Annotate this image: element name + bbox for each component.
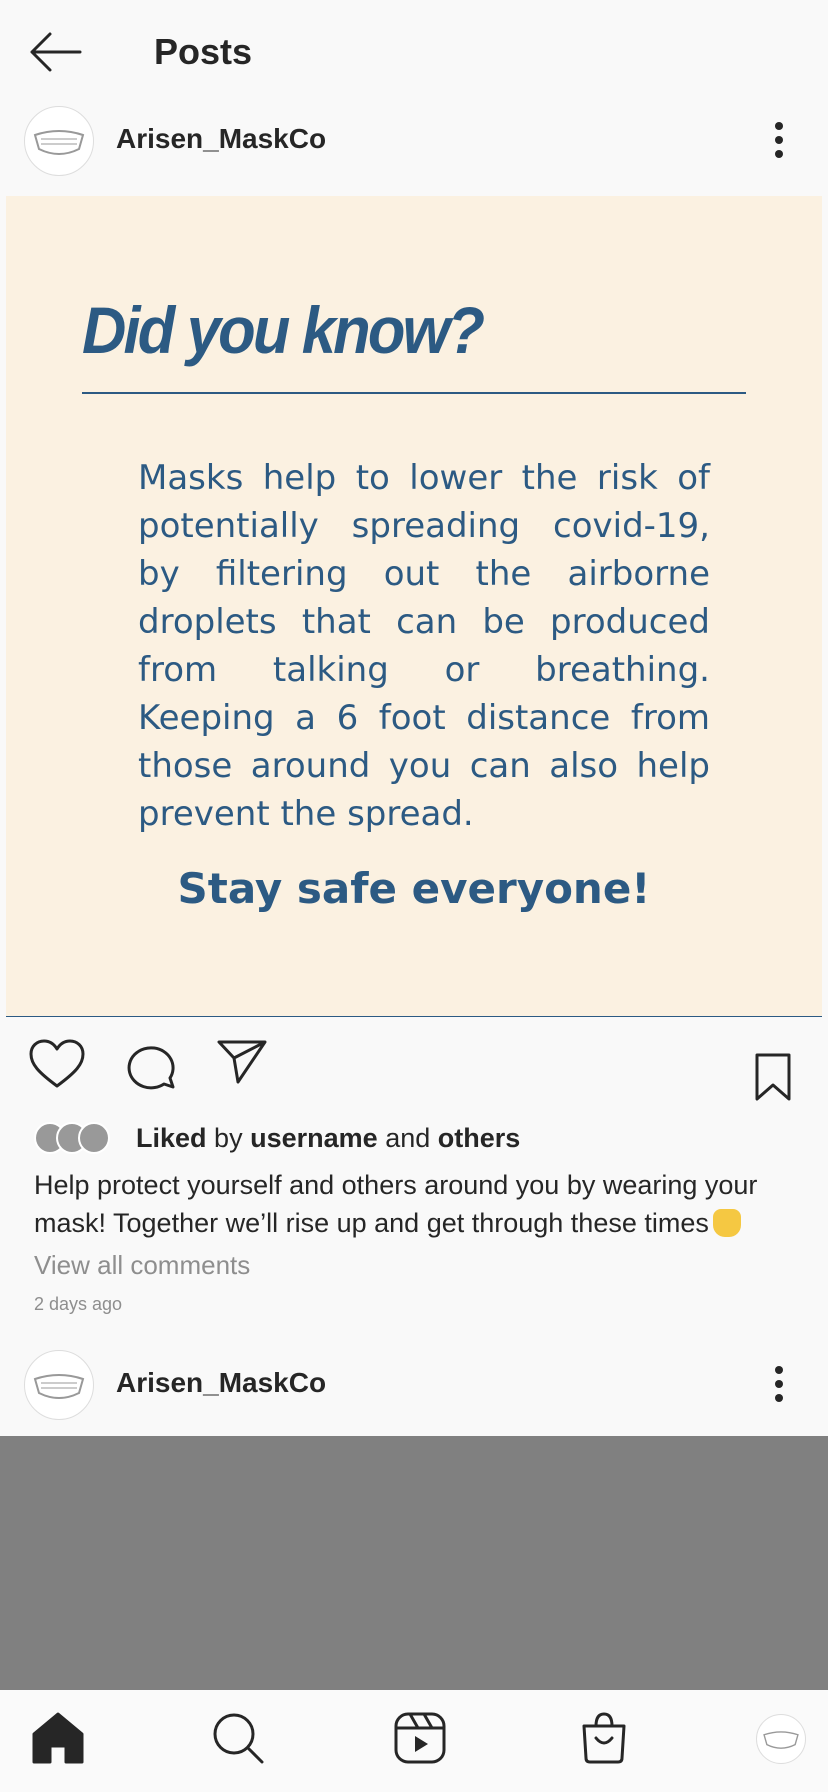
share-icon[interactable] [216, 1038, 268, 1086]
post-image[interactable]: Did you know? Masks help to lower the ri… [6, 196, 822, 1017]
post-actions [0, 1030, 828, 1110]
reels-icon[interactable] [392, 1710, 448, 1766]
next-post-image[interactable] [0, 1436, 828, 1690]
likes-text: Liked by username and others [136, 1120, 520, 1156]
more-options-icon[interactable] [762, 116, 796, 164]
image-closing-text: Stay safe everyone! [177, 864, 651, 913]
heart-icon[interactable] [28, 1038, 86, 1090]
liker-avatar [78, 1122, 110, 1154]
image-body-text: Masks help to lower the risk of potentia… [138, 458, 710, 834]
raised-fist-emoji-icon [712, 1209, 741, 1237]
mask-logo-icon [33, 130, 85, 155]
post-username[interactable]: Arisen_MaskCo [116, 1366, 326, 1400]
caption-text: Help protect yourself and others around … [34, 1170, 758, 1238]
others-link[interactable]: others [438, 1123, 521, 1153]
post-timestamp: 2 days ago [34, 1294, 123, 1314]
home-icon[interactable] [30, 1710, 86, 1766]
more-options-icon[interactable] [762, 1360, 796, 1408]
mask-logo-icon [33, 1374, 85, 1399]
by-label: by [214, 1123, 243, 1153]
next-post-header: Arisen_MaskCo [0, 1340, 828, 1432]
top-bar: Posts [0, 0, 828, 104]
liked-label: Liked [136, 1123, 207, 1153]
shop-icon[interactable] [576, 1710, 632, 1766]
view-all-comments-link[interactable]: View all comments [34, 1250, 250, 1281]
post-caption: Help protect yourself and others around … [34, 1166, 794, 1242]
back-arrow-icon[interactable] [28, 30, 84, 74]
profile-avatar[interactable] [756, 1714, 806, 1764]
post-username[interactable]: Arisen_MaskCo [116, 122, 326, 156]
bookmark-icon[interactable] [754, 1052, 792, 1102]
and-label: and [385, 1123, 431, 1153]
page-title: Posts [154, 31, 253, 72]
bottom-nav [0, 1690, 828, 1792]
likes-row[interactable]: Liked by username and others [34, 1118, 814, 1158]
avatar[interactable] [24, 106, 94, 176]
image-divider [82, 392, 746, 394]
liker-avatars [34, 1122, 118, 1154]
comment-icon[interactable] [126, 1040, 176, 1090]
mask-logo-icon [763, 1731, 799, 1749]
image-headline: Did you know? [82, 293, 485, 367]
liker-username[interactable]: username [250, 1123, 378, 1153]
search-icon[interactable] [210, 1710, 266, 1766]
post-header: Arisen_MaskCo [0, 96, 828, 188]
avatar[interactable] [24, 1350, 94, 1420]
